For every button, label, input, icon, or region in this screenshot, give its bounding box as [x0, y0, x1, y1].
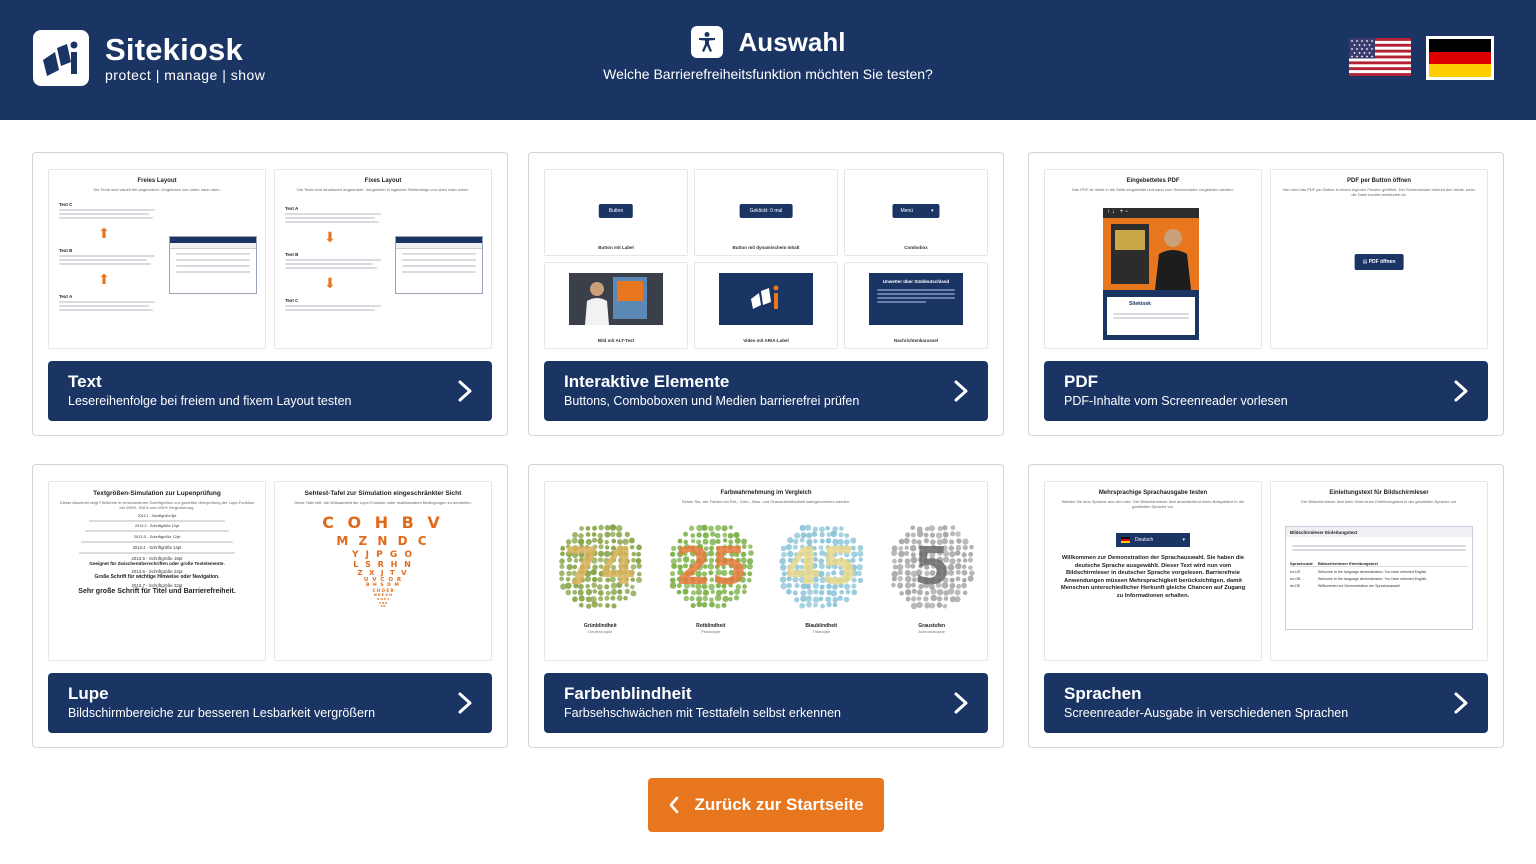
preview-free-layout: Freies Layout Die Texte sind visuell fre… [48, 169, 266, 349]
preview-video-aria: Video mit ARIA-Label [694, 262, 838, 349]
video-logo-icon [719, 273, 813, 325]
plate-sublabel: Tritanopie [812, 629, 831, 634]
card-color-blindness: Farbwahrnehmung im Vergleich Sehen Sie, … [528, 464, 1004, 748]
pdf-button[interactable]: PDF PDF-Inhalte vom Screenreader vorlese… [1044, 361, 1488, 421]
card-interactive: Button Button mit Label Geklickt: 0 mal … [528, 152, 1004, 436]
languages-button-subtitle: Screenreader-Ausgabe in verschiedenen Sp… [1064, 706, 1349, 720]
pdf-photo-icon [1103, 218, 1199, 290]
preview-news-carousel: Unwetter über Süddeutschland Nachrichten… [844, 262, 988, 349]
preview-combobox: Menü ▾ Combobox [844, 169, 988, 256]
card-text-preview: Freies Layout Die Texte sind visuell fre… [48, 169, 492, 349]
chevron-right-icon [458, 380, 472, 402]
pdf-button-subtitle: PDF-Inhalte vom Screenreader vorlesen [1064, 394, 1288, 408]
preview-button-label: Button Button mit Label [544, 169, 688, 256]
german-flag-icon[interactable] [1426, 36, 1494, 80]
color-plate-icon: 25 [669, 524, 754, 609]
card-magnifier-preview: Textgrößen-Simulation zur Lupenprüfung D… [48, 481, 492, 661]
magnifier-button-subtitle: Bildschirmbereiche zur besseren Lesbarke… [68, 706, 376, 720]
color-plate: 5 Graustufen Achromatopsie [884, 518, 980, 634]
plate-sublabel: Protanopie [701, 629, 721, 634]
chevron-right-icon [954, 380, 968, 402]
card-pdf-preview: Eingebettetes PDF Das PDF ist direkt in … [1044, 169, 1488, 349]
interactive-button-subtitle: Buttons, Comboboxen und Medien barrieref… [564, 394, 860, 408]
plate-number: 74 [564, 537, 636, 597]
card-color-blindness-preview: Farbwahrnehmung im Vergleich Sehen Sie, … [544, 481, 988, 661]
page-subtitle: Welche Barrierefreiheitsfunktion möchten… [603, 66, 933, 82]
preview-text-size-simulation: Textgrößen-Simulation zur Lupenprüfung D… [48, 481, 266, 661]
chevron-right-icon [954, 692, 968, 714]
color-blindness-button[interactable]: Farbenblindheit Farbsehschwächen mit Tes… [544, 673, 988, 733]
page-title: Auswahl [738, 26, 846, 57]
color-plate-icon: 45 [779, 524, 864, 609]
card-pdf: Eingebettetes PDF Das PDF ist direkt in … [1028, 152, 1504, 436]
chevron-right-icon [458, 692, 472, 714]
us-flag-icon[interactable] [1349, 38, 1411, 76]
text-button-title: Text [68, 372, 102, 391]
preview-multilingual-speech: Mehrsprachige Sprachausgabe testen Wähle… [1044, 481, 1262, 661]
back-to-home-button[interactable]: Zurück zur Startseite [648, 778, 884, 832]
pdf-button-title: PDF [1064, 372, 1098, 391]
languages-button-title: Sprachen [1064, 684, 1142, 703]
color-blindness-button-subtitle: Farbsehschwächen mit Testtafeln selbst e… [564, 706, 842, 720]
magnifier-button[interactable]: Lupe Bildschirmbereiche zur besseren Les… [48, 673, 492, 733]
preview-image-alt: Bild mit ALT-Text [544, 262, 688, 349]
color-plate: 74 Grünblindheit Deuteranopie [552, 518, 648, 634]
color-plate-icon: 74 [559, 524, 643, 609]
chevron-left-icon [670, 796, 679, 814]
preview-embedded-pdf: Eingebettetes PDF Das PDF ist direkt in … [1044, 169, 1262, 349]
magnifier-button-title: Lupe [68, 684, 109, 703]
text-button-subtitle: Lesereihenfolge bei freiem und fixem Lay… [68, 394, 352, 408]
preview-fixed-layout: Fixes Layout Die Texte sind strukturiert… [274, 169, 492, 349]
preview-color-plates: Farbwahrnehmung im Vergleich Sehen Sie, … [544, 481, 988, 661]
preview-screenreader-intro: Einleitungstext für Bildschirmleser Der … [1270, 481, 1488, 661]
languages-button[interactable]: Sprachen Screenreader-Ausgabe in verschi… [1044, 673, 1488, 733]
color-blindness-button-title: Farbenblindheit [564, 684, 692, 703]
back-button-label: Zurück zur Startseite [694, 795, 864, 814]
chevron-right-icon [1454, 380, 1468, 402]
card-languages-preview: Mehrsprachige Sprachausgabe testen Wähle… [1044, 481, 1488, 661]
card-text: Freies Layout Die Texte sind visuell fre… [32, 152, 508, 436]
preview-eye-chart: Sehtest-Tafel zur Simulation eingeschrän… [274, 481, 492, 661]
interactive-button-title: Interaktive Elemente [564, 372, 730, 391]
color-plate: 25 Rotblindheit Protanopie [663, 518, 759, 634]
german-flag-icon [1121, 537, 1130, 543]
plate-number: 5 [914, 537, 950, 597]
kiosk-photo-icon [569, 273, 663, 325]
plate-number: 25 [675, 537, 747, 597]
color-plate-icon: 5 [890, 525, 975, 610]
header: Sitekiosk protect | manage | show Auswah… [0, 0, 1536, 120]
plate-sublabel: Achromatopsie [918, 629, 946, 634]
text-button[interactable]: Text Lesereihenfolge bei freiem und fixe… [48, 361, 492, 421]
plate-sublabel: Deuteranopie [588, 629, 613, 634]
preview-pdf-button: PDF per Button öffnen Hier wird das PDF … [1270, 169, 1488, 349]
color-plate: 45 Blaublindheit Tritanopie [773, 518, 869, 634]
preview-button-dynamic: Geklickt: 0 mal Button mit dynamischem I… [694, 169, 838, 256]
card-interactive-preview: Button Button mit Label Geklickt: 0 mal … [544, 169, 988, 349]
card-magnifier: Textgrößen-Simulation zur Lupenprüfung D… [32, 464, 508, 748]
interactive-elements-button[interactable]: Interaktive Elemente Buttons, Comboboxen… [544, 361, 988, 421]
plate-number: 45 [785, 537, 857, 597]
accessibility-icon [690, 26, 723, 58]
card-languages: Mehrsprachige Sprachausgabe testen Wähle… [1028, 464, 1504, 748]
chevron-right-icon [1454, 692, 1468, 714]
